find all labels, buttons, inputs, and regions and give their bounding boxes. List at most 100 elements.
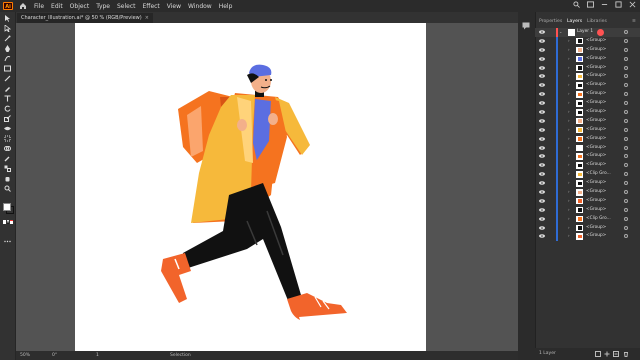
- target-circle-icon[interactable]: [624, 136, 628, 141]
- layer-item-row[interactable]: › <Group>: [535, 125, 640, 135]
- target-circle-icon[interactable]: [624, 38, 628, 43]
- target-circle-icon[interactable]: [624, 145, 628, 150]
- visibility-eye-icon[interactable]: [539, 39, 545, 43]
- item-name[interactable]: <Group>: [586, 46, 606, 55]
- expand-arrow-icon[interactable]: ›: [568, 108, 570, 117]
- expand-arrow-icon[interactable]: ›: [568, 126, 570, 135]
- layer-item-row[interactable]: › <Group>: [535, 161, 640, 171]
- layer-item-row[interactable]: › <Group>: [535, 179, 640, 189]
- target-circle-icon[interactable]: [624, 65, 628, 70]
- item-name[interactable]: <Group>: [586, 232, 606, 241]
- direct-selection-tool-icon[interactable]: [4, 25, 11, 32]
- layer-item-row[interactable]: › <Group>: [535, 108, 640, 117]
- visibility-eye-icon[interactable]: [539, 83, 545, 88]
- item-name[interactable]: <Group>: [586, 224, 606, 233]
- target-circle-icon[interactable]: [624, 207, 628, 212]
- visibility-eye-icon[interactable]: [539, 208, 545, 212]
- new-layer-icon[interactable]: [604, 351, 610, 357]
- more-tools-icon[interactable]: [4, 238, 11, 245]
- layer-item-row[interactable]: › <Group>: [535, 232, 640, 242]
- hand-tool-icon[interactable]: [4, 175, 11, 182]
- layer-item-row[interactable]: › <Group>: [535, 81, 640, 91]
- new-sublayer-icon[interactable]: [595, 351, 601, 357]
- layer-item-row[interactable]: › <Group>: [535, 223, 640, 233]
- layer-item-row[interactable]: › <Group>: [535, 196, 640, 206]
- visibility-eye-icon[interactable]: [539, 30, 545, 34]
- pen-tool-icon[interactable]: [4, 45, 11, 52]
- curvature-tool-icon[interactable]: [4, 55, 11, 62]
- item-name[interactable]: <Group>: [586, 135, 606, 144]
- shape-builder-tool-icon[interactable]: [4, 145, 11, 152]
- item-name[interactable]: <Group>: [586, 179, 606, 188]
- visibility-eye-icon[interactable]: [539, 172, 545, 176]
- tab-libraries[interactable]: Libraries: [587, 16, 607, 27]
- target-circle-icon[interactable]: [624, 234, 628, 239]
- layer-item-row[interactable]: › <Group>: [535, 116, 640, 126]
- item-name[interactable]: <Group>: [586, 81, 606, 90]
- artboard[interactable]: [75, 23, 426, 352]
- expand-arrow-icon[interactable]: ›: [568, 64, 570, 73]
- visibility-eye-icon[interactable]: [539, 92, 545, 96]
- target-circle-icon[interactable]: [624, 172, 628, 177]
- layer-item-row[interactable]: › <Group>: [535, 188, 640, 197]
- layer-item-row[interactable]: › <Group>: [535, 143, 640, 153]
- expand-arrow-icon[interactable]: ›: [568, 215, 570, 224]
- visibility-eye-icon[interactable]: [539, 163, 545, 168]
- expand-arrow-icon[interactable]: ›: [568, 72, 570, 81]
- fill-stroke-swatch[interactable]: [3, 203, 14, 214]
- layer-item-row[interactable]: › <Group>: [535, 36, 640, 46]
- magic-wand-tool-icon[interactable]: [4, 35, 11, 42]
- target-circle-icon[interactable]: [624, 190, 628, 195]
- expand-arrow-icon[interactable]: ›: [568, 144, 570, 153]
- expand-arrow-icon[interactable]: ›: [568, 46, 570, 55]
- width-tool-icon[interactable]: [4, 125, 11, 132]
- layer-item-row[interactable]: › <Group>: [535, 152, 640, 162]
- color-button[interactable]: [3, 220, 6, 224]
- item-name[interactable]: <Group>: [586, 64, 606, 73]
- expand-arrow-icon[interactable]: ›: [568, 90, 570, 99]
- expand-arrow-icon[interactable]: ›: [568, 161, 570, 170]
- visibility-eye-icon[interactable]: [539, 65, 545, 70]
- item-name[interactable]: <Group>: [586, 117, 606, 126]
- menu-edit[interactable]: Edit: [51, 3, 63, 10]
- visibility-eye-icon[interactable]: [539, 199, 545, 203]
- target-circle-icon[interactable]: [624, 47, 628, 52]
- delete-icon[interactable]: [623, 351, 629, 357]
- character-illustration[interactable]: [75, 23, 426, 352]
- item-name[interactable]: <Group>: [586, 206, 606, 215]
- menu-effect[interactable]: Effect: [143, 3, 160, 10]
- expand-arrow-icon[interactable]: ›: [568, 117, 570, 126]
- expand-arrow-icon[interactable]: ›: [568, 188, 570, 197]
- maximize-icon[interactable]: [615, 1, 622, 8]
- visibility-eye-icon[interactable]: [539, 234, 545, 239]
- tab-properties[interactable]: Properties: [539, 16, 562, 27]
- collect-export-icon[interactable]: [613, 351, 619, 357]
- none-button[interactable]: [10, 220, 14, 224]
- item-name[interactable]: <Group>: [586, 108, 606, 117]
- free-transform-tool-icon[interactable]: [4, 135, 11, 142]
- artboard-number[interactable]: 1: [96, 351, 99, 360]
- target-circle-icon[interactable]: [624, 101, 628, 106]
- rotate-tool-icon[interactable]: [4, 105, 11, 112]
- expand-arrow-icon[interactable]: ›: [568, 135, 570, 144]
- menu-help[interactable]: Help: [219, 3, 233, 10]
- item-name[interactable]: <Group>: [586, 161, 606, 170]
- item-name[interactable]: <Group>: [586, 188, 606, 197]
- layer-item-row[interactable]: › <Group>: [535, 54, 640, 64]
- target-circle-icon[interactable]: [624, 56, 628, 61]
- item-name[interactable]: <Group>: [586, 37, 606, 46]
- target-circle-icon[interactable]: [624, 163, 628, 168]
- layer-row[interactable]: ⌄ Layer 1: [535, 28, 640, 37]
- visibility-eye-icon[interactable]: [539, 101, 545, 105]
- expand-arrow-icon[interactable]: ›: [568, 37, 570, 46]
- item-name[interactable]: <Group>: [586, 72, 606, 81]
- expand-arrow-icon[interactable]: ›: [568, 224, 570, 233]
- expand-arrow-icon[interactable]: ›: [568, 81, 570, 90]
- visibility-eye-icon[interactable]: [539, 217, 545, 221]
- layer-name[interactable]: Layer 1: [577, 28, 593, 37]
- home-icon[interactable]: [19, 2, 27, 10]
- expand-arrow-icon[interactable]: ›: [568, 99, 570, 108]
- color-mode-buttons[interactable]: [3, 220, 14, 224]
- target-circle-icon[interactable]: [624, 83, 628, 88]
- layer-item-row[interactable]: › <Group>: [535, 99, 640, 109]
